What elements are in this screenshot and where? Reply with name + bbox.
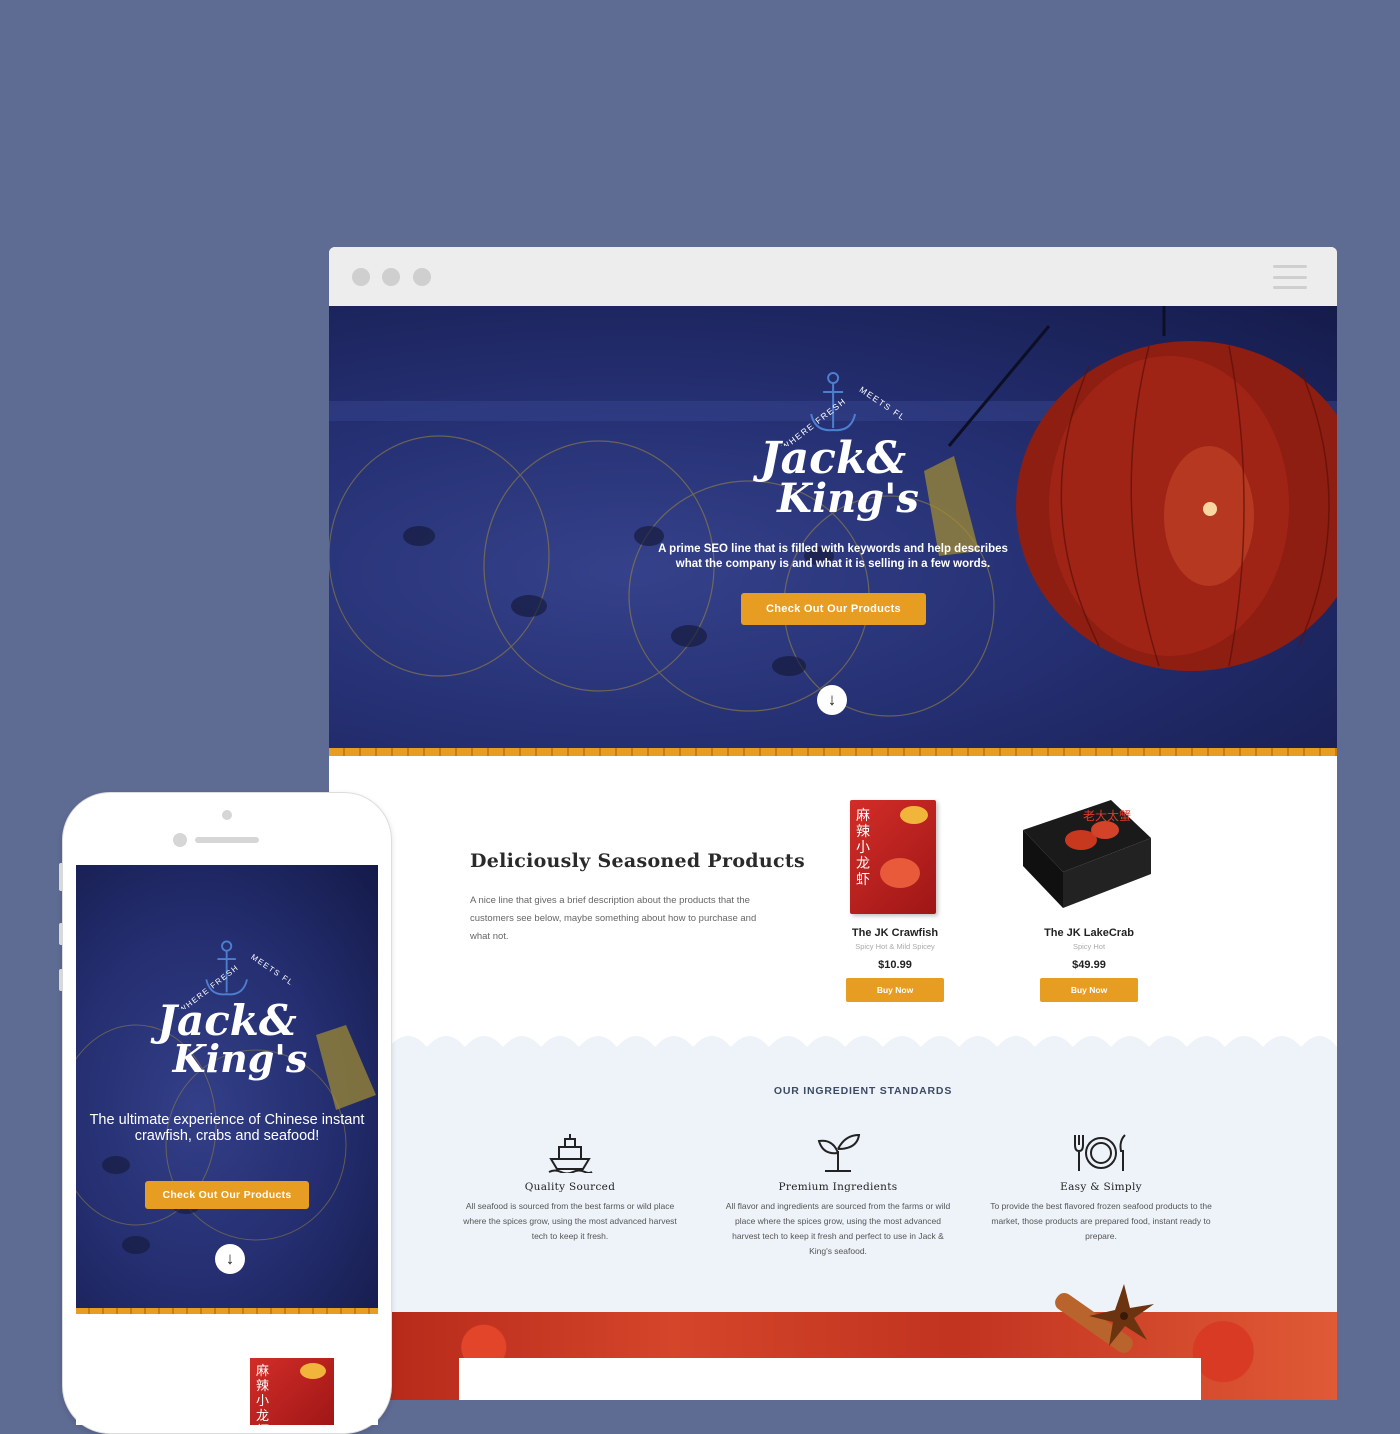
feature-quality-sourced: Quality Sourced All seafood is sourced f…	[455, 1127, 685, 1244]
phone-speaker	[195, 837, 259, 843]
ingredient-standards-section: OUR INGREDIENT STANDARDS Quality Sourced…	[389, 1047, 1337, 1312]
crawfish-product-image[interactable]: 麻辣小龙虾	[850, 800, 936, 914]
phone-sensor	[173, 833, 187, 847]
window-maximize-dot[interactable]	[413, 268, 431, 286]
products-section: Deliciously Seasoned Products A nice lin…	[329, 756, 1337, 1056]
logo-line-1: Jack&	[759, 433, 907, 484]
sprout-icon	[817, 1133, 861, 1172]
desktop-browser-mockup: WHERE FRESH MEETS FLAVOR Jack& King's A …	[329, 247, 1337, 1400]
mobile-logo: WHERE FRESH MEETS FLAVOR Jack& King's	[147, 935, 308, 1081]
mobile-screen: WHERE FRESH MEETS FLAVOR Jack& King's Th…	[76, 865, 378, 1425]
mobile-hero-background	[76, 1024, 376, 1254]
mobile-box-label: 麻辣小龙虾	[256, 1364, 270, 1425]
product-name: The JK LakeCrab	[1044, 927, 1134, 939]
browser-chrome	[329, 247, 1337, 306]
star-anise-icon	[1055, 1284, 1154, 1354]
mobile-check-out-products-button[interactable]: Check Out Our Products	[145, 1181, 309, 1209]
product-card-crawfish: The JK Crawfish Spicy Hot & Mild Spicey …	[835, 927, 955, 1002]
product-price: $49.99	[1072, 959, 1106, 971]
feature-title: Quality Sourced	[524, 1181, 616, 1193]
buy-now-button[interactable]: Buy Now	[1040, 978, 1138, 1002]
arrow-down-icon[interactable]: ↓	[215, 1244, 245, 1274]
mobile-tagline: The ultimate experience of Chinese insta…	[89, 1112, 365, 1144]
ship-icon	[548, 1134, 593, 1173]
jack-and-kings-logo: WHERE FRESH MEETS FLAVOR Jack& King's	[747, 366, 919, 518]
phone-mute-button	[59, 863, 63, 891]
dining-icon	[1074, 1134, 1126, 1171]
products-description: A nice line that gives a brief descripti…	[470, 895, 757, 942]
phone-volume-up-button	[59, 923, 63, 945]
hero-tagline-line-1: A prime SEO line that is filled with key…	[658, 543, 1008, 555]
hero-tagline: A prime SEO line that is filled with key…	[329, 542, 1337, 572]
hero-tagline-line-2: what the company is and what it is selli…	[675, 558, 991, 570]
standards-heading: OUR INGREDIENT STANDARDS	[773, 1085, 953, 1097]
product-name: The JK Crawfish	[851, 927, 939, 939]
food-banner-image	[389, 1284, 1337, 1400]
product-card-lakecrab: The JK LakeCrab Spicy Hot $49.99 Buy Now	[1029, 927, 1149, 1002]
feature-premium-ingredients: Premium Ingredients All flavor and ingre…	[723, 1127, 953, 1259]
mobile-crawfish-product-image[interactable]: 麻辣小龙虾	[250, 1358, 334, 1425]
mobile-hero-stripe	[76, 1308, 378, 1314]
check-out-products-button[interactable]: Check Out Our Products	[741, 593, 926, 625]
window-minimize-dot[interactable]	[382, 268, 400, 286]
mobile-phone-mockup: WHERE FRESH MEETS FLAVOR Jack& King's Th…	[59, 792, 392, 1434]
lakecrab-box-label: 老大太蟹	[1083, 808, 1131, 823]
feature-title: Premium Ingredients	[778, 1181, 898, 1193]
mobile-logo-line-1: Jack&	[157, 996, 297, 1045]
feature-text: To provide the best flavored frozen seaf…	[990, 1201, 1212, 1241]
product-subtitle: Spicy Hot	[1072, 942, 1106, 951]
logo-line-2: King's	[777, 474, 919, 522]
logo-arc-right-text: MEETS FLAVOR	[858, 384, 903, 439]
product-price: $10.99	[878, 959, 912, 971]
crawfish-box-label: 麻辣小龙虾	[856, 808, 870, 888]
mobile-hero-section: WHERE FRESH MEETS FLAVOR Jack& King's Th…	[76, 865, 378, 1308]
feature-title: Easy & Simply	[1060, 1181, 1142, 1193]
products-title: Deliciously Seasoned Products	[470, 850, 805, 872]
hero-section: WHERE FRESH MEETS FLAVOR Jack& King's A …	[329, 306, 1337, 748]
feature-text: All seafood is sourced from the best far…	[463, 1201, 677, 1241]
phone-camera	[222, 810, 232, 820]
phone-volume-down-button	[59, 969, 63, 991]
feature-easy-simply: Easy & Simply To provide the best flavor…	[986, 1127, 1216, 1244]
arrow-down-icon[interactable]: ↓	[817, 685, 847, 715]
feature-text: All flavor and ingredients are sourced f…	[725, 1201, 951, 1256]
buy-now-button[interactable]: Buy Now	[846, 978, 944, 1002]
hero-stripe-divider	[329, 748, 1337, 756]
product-subtitle: Spicy Hot & Mild Spicey	[855, 942, 935, 951]
window-close-dot[interactable]	[352, 268, 370, 286]
menu-icon[interactable]	[1273, 265, 1307, 289]
mobile-logo-line-2: King's	[172, 1035, 308, 1081]
lakecrab-product-image[interactable]: 老大太蟹	[1023, 800, 1151, 908]
